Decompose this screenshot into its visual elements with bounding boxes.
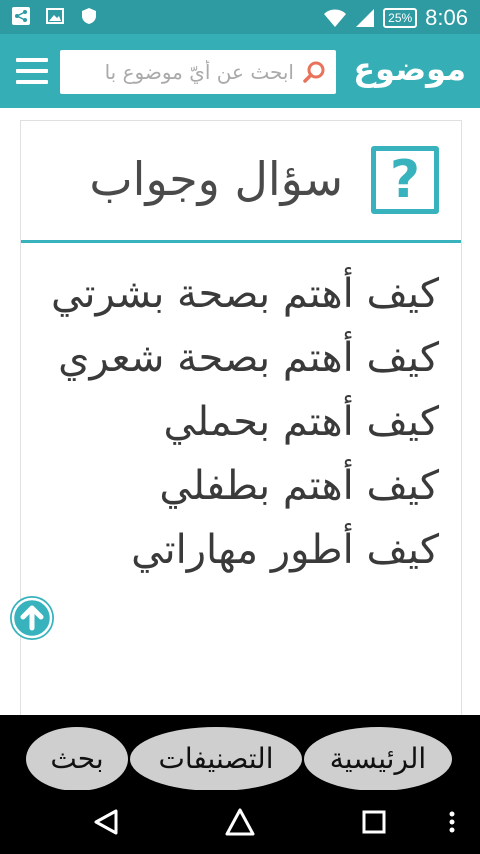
notification-icons bbox=[12, 7, 98, 25]
search-nav-button[interactable]: بحث bbox=[26, 727, 128, 791]
search-icon[interactable] bbox=[302, 60, 328, 84]
system-nav-bar bbox=[0, 790, 480, 854]
menu-button[interactable] bbox=[16, 56, 48, 86]
wifi-icon bbox=[324, 9, 347, 27]
qa-card: ? سؤال وجواب كيف أهتم بصحة بشرتي كيف أهت… bbox=[20, 120, 462, 740]
question-link[interactable]: كيف أهتم بحملي bbox=[39, 391, 439, 453]
recent-apps-icon[interactable] bbox=[358, 806, 390, 838]
back-icon[interactable] bbox=[90, 806, 122, 838]
arrow-up-icon bbox=[11, 597, 53, 639]
menu-icon bbox=[16, 58, 48, 62]
question-link[interactable]: كيف أطور مهاراتي bbox=[39, 519, 439, 581]
home-nav-button[interactable]: الرئيسية bbox=[304, 727, 452, 791]
question-icon: ? bbox=[371, 146, 439, 214]
scroll-top-button[interactable] bbox=[10, 596, 54, 640]
categories-nav-button[interactable]: التصنيفات bbox=[130, 727, 302, 791]
card-header: ? سؤال وجواب bbox=[21, 121, 461, 243]
status-bar: 25% 8:06 bbox=[0, 0, 480, 34]
question-link[interactable]: كيف أهتم بصحة شعري bbox=[39, 327, 439, 389]
search-input[interactable] bbox=[66, 50, 298, 94]
question-list: كيف أهتم بصحة بشرتي كيف أهتم بصحة شعري ك… bbox=[39, 263, 439, 583]
system-icons: 25% 8:06 bbox=[323, 5, 468, 31]
battery-icon: 25% bbox=[383, 8, 418, 28]
share-icon bbox=[12, 7, 30, 25]
app-header: موضوع bbox=[0, 34, 480, 108]
card-title: سؤال وجواب bbox=[89, 152, 343, 206]
question-link[interactable]: كيف أهتم بصحة بشرتي bbox=[39, 263, 439, 325]
signal-icon bbox=[356, 9, 375, 27]
image-icon bbox=[46, 8, 64, 24]
home-icon[interactable] bbox=[224, 806, 256, 838]
shield-icon bbox=[82, 8, 96, 24]
logo[interactable]: موضوع bbox=[353, 44, 466, 94]
question-link[interactable]: كيف أهتم بطفلي bbox=[39, 455, 439, 517]
clock: 8:06 bbox=[425, 5, 468, 30]
search-box bbox=[60, 50, 336, 94]
more-icon[interactable] bbox=[440, 806, 464, 838]
